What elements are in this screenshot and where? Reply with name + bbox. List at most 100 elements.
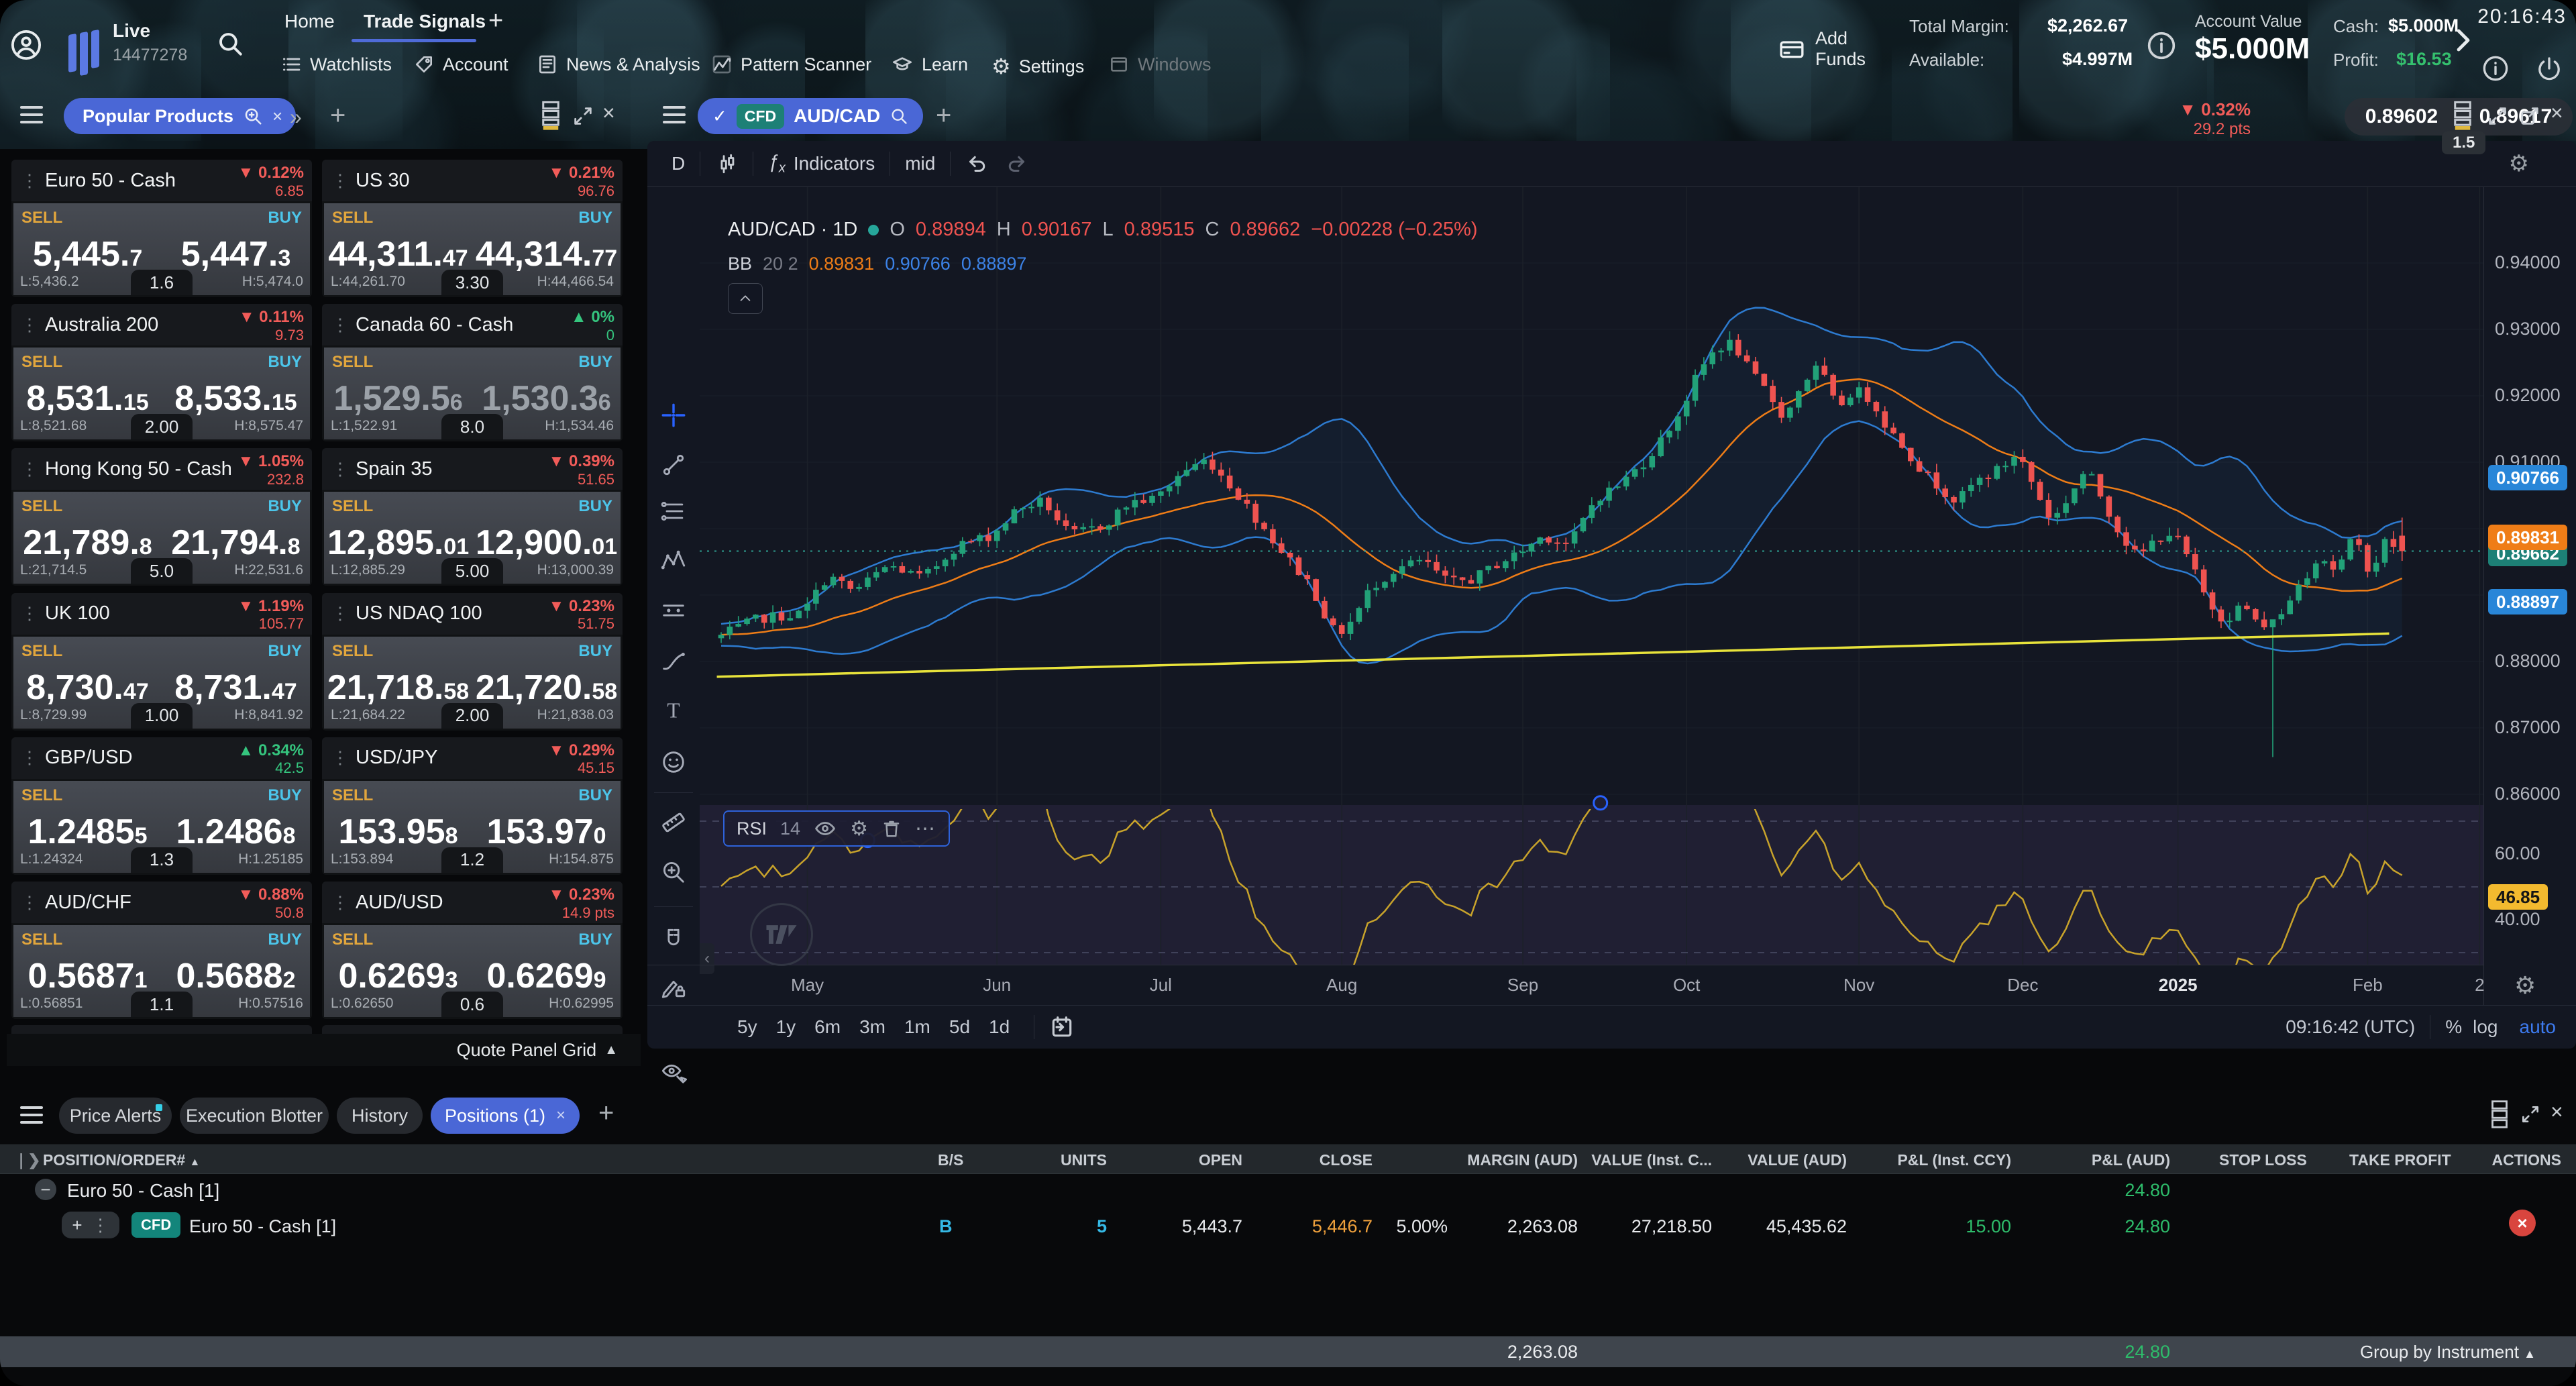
hide-drawings-tool[interactable] [660,1059,687,1086]
close-position-button[interactable]: × [2509,1210,2536,1236]
tab-execution-blotter[interactable]: Execution Blotter [180,1098,329,1134]
col-units[interactable]: UNITS [1061,1151,1107,1169]
col-value-inst[interactable]: VALUE (Inst. C... [1591,1151,1712,1169]
range-1m[interactable]: 1m [904,1016,930,1038]
tile-header[interactable]: ⋮US 30▼ 0.21%96.76 [322,160,623,201]
tile-header[interactable]: ⋮GBP/USD▲ 0.34%42.5 [11,737,312,779]
drag-handle-icon[interactable]: ⋮ [331,170,349,191]
chart-symbol-tab[interactable]: ✓ CFD AUD/CAD [698,98,923,134]
drag-handle-icon[interactable]: ⋮ [21,747,38,768]
quote-panel-menu-button[interactable] [20,106,43,123]
add-icon[interactable]: + [72,1215,82,1236]
log-scale-button[interactable]: log [2473,1016,2498,1038]
account-info-button[interactable] [2147,31,2176,60]
quote-tile[interactable]: ⋮US NDAQ 100▼ 0.23%51.75SELL21,718.58L:2… [322,593,623,731]
chart-expand-button[interactable] [2486,105,2509,127]
percent-scale-button[interactable]: % [2445,1016,2462,1038]
app-logo[interactable] [68,30,99,78]
quote-panel-grid-toggle[interactable]: Quote Panel Grid ▲ [7,1034,641,1066]
tab-history[interactable]: History [337,1098,423,1134]
range-5y[interactable]: 5y [737,1016,757,1038]
text-tool[interactable]: T [660,696,687,723]
tab-trade-signals[interactable]: Trade Signals [364,11,486,32]
quote-tile[interactable]: ⋮AUD/CHF▼ 0.88%50.8SELL0.56871L:0.56851B… [11,882,312,1019]
add-workspace-tab-button[interactable]: + [488,7,503,36]
chart-settings-button[interactable]: ⚙ [2509,150,2529,177]
zoom-tool[interactable] [660,859,687,886]
range-5d[interactable]: 5d [949,1016,970,1038]
quote-tile[interactable]: ⋮US 30▼ 0.21%96.76SELL44,311.47L:44,261.… [322,160,623,297]
chart-popout-button[interactable] [2518,105,2541,127]
tab-positions[interactable]: Positions (1) × [431,1098,580,1134]
tile-header[interactable]: ⋮UK 100▼ 1.19%105.77 [11,593,312,635]
add-watchlist-button[interactable]: + [330,101,345,131]
drag-handle-icon[interactable]: ⋮ [331,603,349,624]
rsi-settings-icon[interactable]: ⚙ [850,817,868,841]
bottom-close-button[interactable]: × [2551,1100,2563,1124]
platform-info-button[interactable] [2482,55,2509,82]
tile-header[interactable]: ⋮USD/JPY▼ 0.29%45.15 [322,737,623,779]
tile-header[interactable]: ⋮Euro 50 - Cash▼ 0.12%6.85 [11,160,312,201]
menu-pattern-scanner[interactable]: Pattern Scanner [711,54,871,75]
candle-style-button[interactable] [715,151,738,176]
quote-close-button[interactable]: × [602,101,615,125]
menu-watchlists[interactable]: Watchlists [280,54,392,75]
tile-header[interactable]: ⋮AUD/CHF▼ 0.88%50.8 [11,882,312,923]
drag-handle-icon[interactable]: ⋮ [21,892,38,913]
quote-tile[interactable]: ⋮Canada 60 - Cash▲ 0%0SELL1,529.56L:1,52… [322,304,623,441]
magnet-tool[interactable] [660,927,687,954]
col-open[interactable]: OPEN [1199,1151,1242,1169]
goto-date-button[interactable] [1049,1014,1075,1040]
watchlist-tab[interactable]: Popular Products × [64,98,296,134]
close-watchlist-icon[interactable]: × [272,106,282,127]
position-instrument-name[interactable]: Euro 50 - Cash [1] [189,1216,336,1237]
quote-tile[interactable]: ⋮Euro 50 - Cash▼ 0.12%6.85SELL5,445.7L:5… [11,160,312,297]
menu-settings[interactable]: ⚙ Settings [991,54,1084,79]
chart-menu-button[interactable] [663,106,686,123]
drag-handle-icon[interactable]: ⋮ [331,459,349,480]
tab-home[interactable]: Home [284,11,335,32]
price-source-button[interactable]: mid [905,153,935,174]
group-instrument-name[interactable]: Euro 50 - Cash [1] [67,1180,219,1202]
tile-header[interactable]: ⋮Spain 35▼ 0.39%51.65 [322,448,623,490]
emoji-tool[interactable] [660,749,687,776]
trendline-tool[interactable] [660,451,687,478]
position-tool[interactable] [660,597,687,624]
position-row-controls[interactable]: +⋮ [62,1212,119,1238]
collapse-toolbar-button[interactable]: ‹ [700,943,714,974]
drag-handle-icon[interactable]: ⋮ [21,170,38,191]
axis-settings-icon[interactable]: ⚙ [2514,971,2536,1000]
add-funds-button[interactable]: AddFunds [1776,28,1866,70]
col-pnl-aud[interactable]: P&L (AUD) [2092,1151,2170,1169]
drag-handle-icon[interactable]: ⋮ [331,747,349,768]
quote-expand-button[interactable] [572,105,594,127]
fib-tool[interactable] [660,498,687,525]
col-bs[interactable]: B/S [938,1151,963,1169]
bottom-layout-button[interactable] [2490,1100,2509,1129]
close-tab-icon[interactable]: × [556,1106,566,1125]
expand-tabs-button[interactable]: » [290,105,302,129]
menu-news-analysis[interactable]: News & Analysis [537,54,700,75]
indicators-button[interactable]: Indicators [794,153,875,174]
tile-header[interactable]: ⋮US NDAQ 100▼ 0.23%51.75 [322,593,623,635]
brush-tool[interactable] [660,647,687,674]
col-stop-loss[interactable]: STOP LOSS [2219,1151,2307,1169]
expand-columns-icon[interactable]: ❘❯ [15,1151,41,1169]
tab-price-alerts[interactable]: Price Alerts [59,1098,172,1134]
user-avatar[interactable] [11,30,42,60]
chart-close-button[interactable]: × [2551,101,2563,125]
auto-scale-button[interactable]: auto [2520,1016,2557,1038]
more-options-icon[interactable]: ⋯ [915,817,936,841]
pattern-tool[interactable] [660,547,687,574]
chart-clock[interactable]: 09:16:42 (UTC) [2286,1016,2415,1038]
menu-learn[interactable]: Learn [891,54,968,75]
interval-button[interactable]: D [672,153,685,174]
chart-layout-button[interactable] [2453,101,2473,131]
trash-icon[interactable] [881,818,902,839]
quote-tile[interactable]: ⋮UK 100▼ 1.19%105.77SELL8,730.47L:8,729.… [11,593,312,731]
range-3m[interactable]: 3m [859,1016,885,1038]
col-value-aud[interactable]: VALUE (AUD) [1748,1151,1847,1169]
legend-collapse-button[interactable] [728,283,763,314]
expand-stats-button[interactable] [2453,27,2473,54]
menu-account[interactable]: Account [413,54,508,75]
